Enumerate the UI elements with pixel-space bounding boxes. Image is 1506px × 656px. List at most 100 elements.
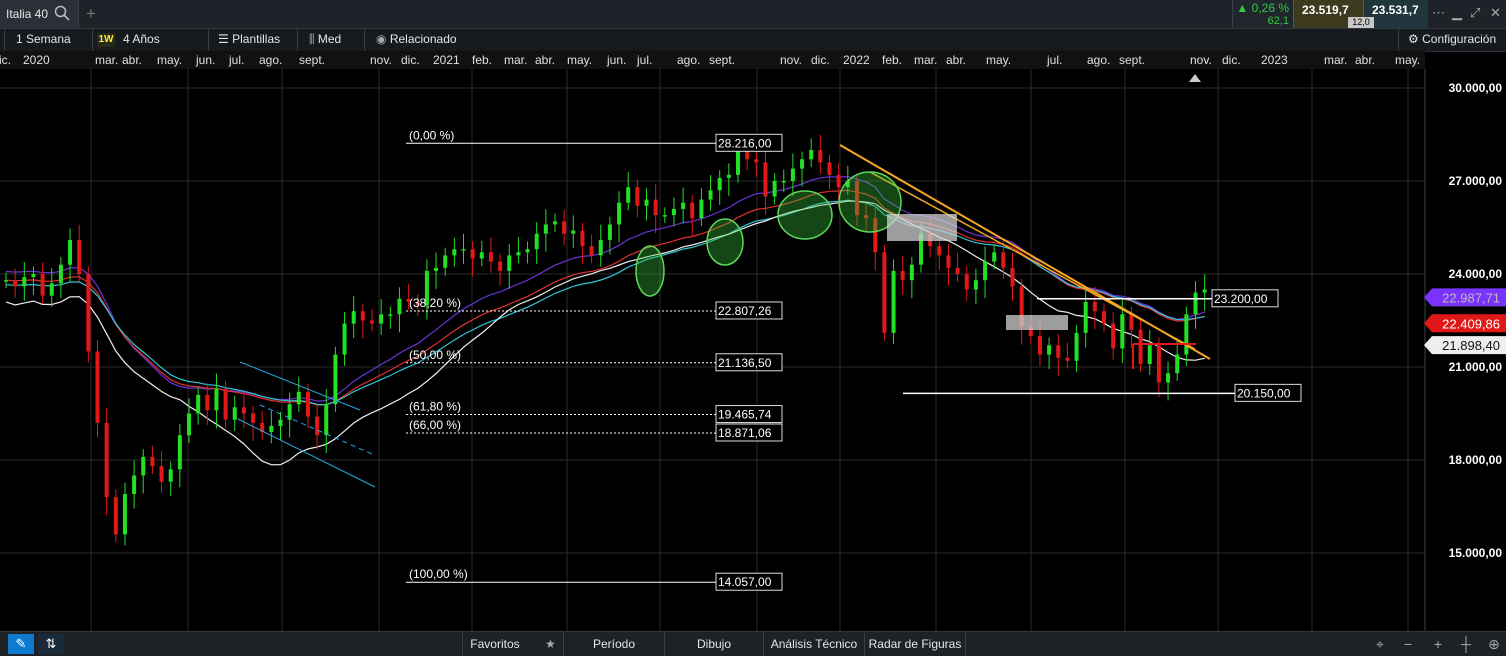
price-tag-label: 22.987,71 [1442,290,1500,305]
date-label: nov. [780,53,802,67]
date-label: 2020 [23,53,50,67]
candle-body [882,252,887,333]
candle [516,237,521,264]
candle-body [68,239,73,265]
candle-body [1202,289,1207,293]
sort-icon[interactable]: ⇅ [38,634,64,654]
date-label: abr. [122,53,143,67]
instrument-tab[interactable]: Italia 40 [0,0,79,28]
cursor-icon[interactable]: ┼ [1454,634,1478,654]
candle-body [333,354,338,405]
candle [104,407,109,516]
crosshair-icon[interactable]: ⌖ [1368,634,1392,654]
candle [214,373,219,429]
candle-body [150,456,155,467]
candle-body [937,246,942,256]
candle [168,461,173,497]
zoom-out-icon[interactable]: − [1396,634,1420,654]
candle-body [717,177,722,191]
candle-body [443,255,448,268]
candle [827,154,832,190]
candle [507,243,512,289]
pencil-icon[interactable]: ✎ [8,634,34,654]
candle-body [40,274,45,296]
candle [653,184,658,234]
candle-body [159,466,164,482]
candle [589,234,594,264]
fib-percent-label: (66,00 %) [409,418,461,432]
candle-body [168,469,173,482]
candle-body [534,233,539,250]
settings-button[interactable]: ⚙ Configuración [1408,32,1496,46]
candle-body [507,255,512,271]
candle [77,224,82,282]
minimize-icon[interactable]: ▁ [1452,5,1462,21]
favorites-button[interactable]: Favoritos ★ [462,632,563,656]
chart-style-button[interactable]: ⫼ Med [309,32,341,47]
fib-value-label: 18.871,06 [718,426,772,440]
candle-body [1184,314,1189,355]
date-label: jun. [196,53,216,67]
more-icon[interactable]: ⋯ [1432,5,1445,21]
restore-icon[interactable]: ⤢ [1470,5,1480,21]
candle-body [571,230,576,234]
candle-body [4,280,8,282]
candle [498,253,503,286]
candle-body [360,311,365,321]
candle [86,266,91,363]
candle [635,179,640,217]
candle [553,213,557,233]
candle [882,244,887,341]
add-tab-icon[interactable]: + [86,4,96,24]
date-label: 2023 [1261,53,1288,67]
expand-icon[interactable]: ⊕ [1482,634,1506,654]
candle [95,340,100,438]
candle [315,405,320,450]
fib-value-label: 22.807,26 [718,304,772,318]
date-label: nov. [1190,53,1212,67]
candle-body [232,407,237,420]
candle-body [1065,357,1070,361]
candle-body [95,351,100,423]
related-button[interactable]: ◉ Relacionado [376,32,457,46]
close-icon[interactable]: ✕ [1490,5,1501,21]
candle [1065,342,1070,369]
date-label: may. [567,53,593,67]
period-selector[interactable]: 1 Semana [16,32,71,46]
candle [434,252,439,289]
candle [342,312,347,366]
templates-button[interactable]: ☰ Plantillas [218,32,280,46]
drawing-button[interactable]: Dibujo [664,632,763,656]
candle-body [1083,301,1088,333]
candle [790,153,795,196]
search-icon[interactable] [54,5,70,21]
zoom-in-icon[interactable]: + [1426,634,1450,654]
candle-body [388,314,393,316]
candle [946,243,951,286]
technical-analysis-button[interactable]: Análisis Técnico [763,632,864,656]
date-axis: ic. 2020 mar. abr. may. jun. jul. ago. sept. nov.… [0,51,1425,69]
candle-body [900,270,905,281]
price-chart[interactable]: 15.000,00 18.000,00 21.000,00 24.000,00 27.0… [0,69,1506,631]
candle-body [1001,252,1006,268]
range-selector[interactable]: 4 Años [123,32,160,46]
date-label: may. [1395,53,1421,67]
candle-body [754,159,759,163]
candle-body [909,264,914,281]
candle-body [580,230,585,247]
eye-icon: ◉ [376,32,387,46]
candle [232,395,237,431]
candle-body [315,416,320,436]
candle [1019,278,1024,345]
candle-body [635,187,640,206]
change-box: ▲ 0,26 % 62,1 [1232,0,1293,28]
period-button[interactable]: Período [563,632,664,656]
candle-body [626,187,631,203]
gear-icon: ⚙ [1408,32,1419,46]
pattern-radar-button[interactable]: Radar de Figuras [864,632,966,656]
candle-body [1120,314,1125,349]
candle-body [452,249,457,256]
date-label: mar. [95,53,119,67]
candle [964,266,969,301]
candle [22,261,27,301]
